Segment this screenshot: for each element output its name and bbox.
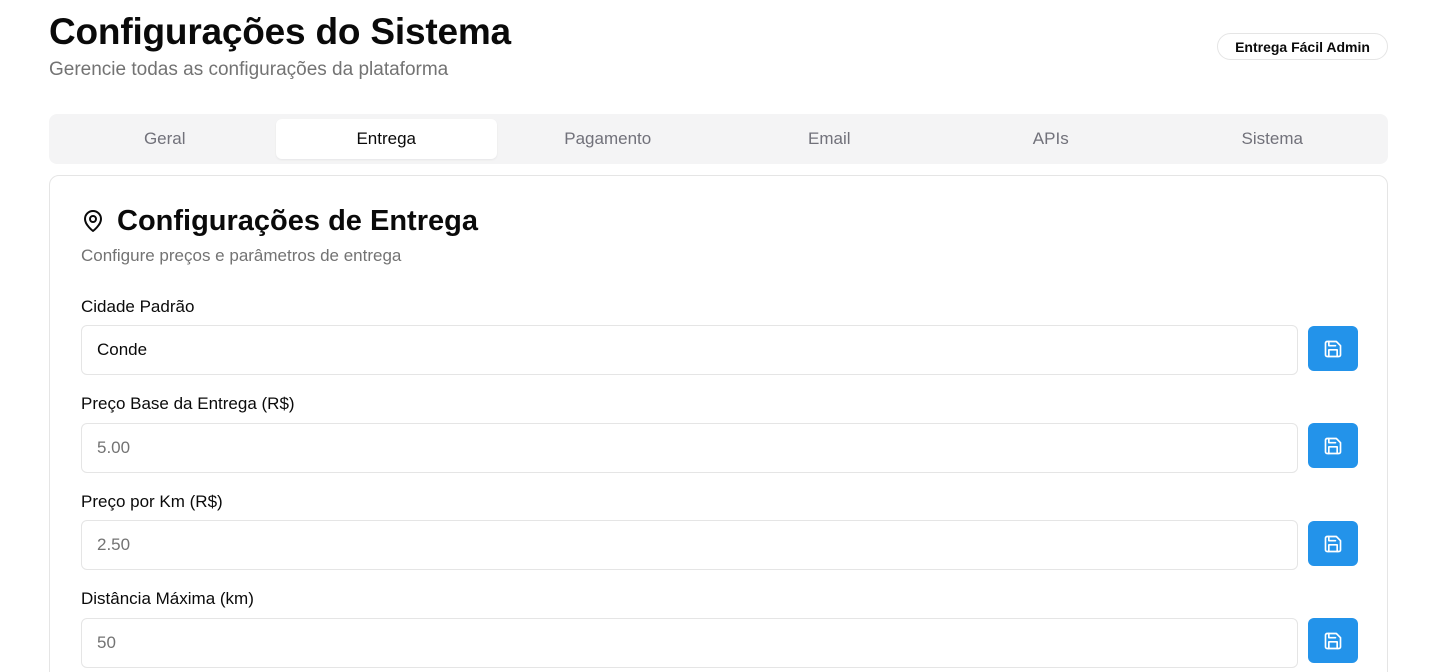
save-max-distance-button[interactable] [1308, 618, 1358, 663]
save-icon [1324, 632, 1342, 649]
map-pin-icon [81, 209, 105, 233]
card-description: Configure preços e parâmetros de entrega [81, 246, 402, 265]
page-title: Configurações do Sistema [49, 11, 511, 52]
save-icon [1324, 437, 1342, 454]
tab-geral[interactable]: Geral [54, 119, 276, 159]
tab-entrega[interactable]: Entrega [275, 119, 497, 159]
brand-badge: Entrega Fácil Admin [1217, 33, 1388, 60]
tab-apis[interactable]: APIs [940, 119, 1162, 159]
card-header: Configurações de Entrega [81, 203, 478, 239]
price-per-km-input[interactable] [81, 520, 1298, 570]
base-price-label: Preço Base da Entrega (R$) [81, 394, 295, 413]
tab-pagamento[interactable]: Pagamento [497, 119, 719, 159]
tab-sistema[interactable]: Sistema [1162, 119, 1384, 159]
max-distance-input[interactable] [81, 618, 1298, 668]
page-subtitle: Gerencie todas as configurações da plata… [49, 59, 449, 80]
default-city-input[interactable] [81, 325, 1298, 375]
default-city-label: Cidade Padrão [81, 297, 195, 316]
delivery-settings-card: Configurações de Entrega Configure preço… [49, 175, 1388, 672]
max-distance-label: Distância Máxima (km) [81, 589, 254, 608]
base-price-input[interactable] [81, 423, 1298, 473]
card-title: Configurações de Entrega [117, 205, 478, 237]
tab-email[interactable]: Email [719, 119, 941, 159]
price-per-km-label: Preço por Km (R$) [81, 492, 223, 511]
save-default-city-button[interactable] [1308, 326, 1358, 371]
save-icon [1324, 340, 1342, 357]
save-price-per-km-button[interactable] [1308, 521, 1358, 566]
save-base-price-button[interactable] [1308, 423, 1358, 468]
settings-tabs: Geral Entrega Pagamento Email APIs Siste… [49, 114, 1388, 164]
settings-page: Configurações do Sistema Gerencie todas … [0, 0, 1450, 672]
save-icon [1324, 535, 1342, 552]
